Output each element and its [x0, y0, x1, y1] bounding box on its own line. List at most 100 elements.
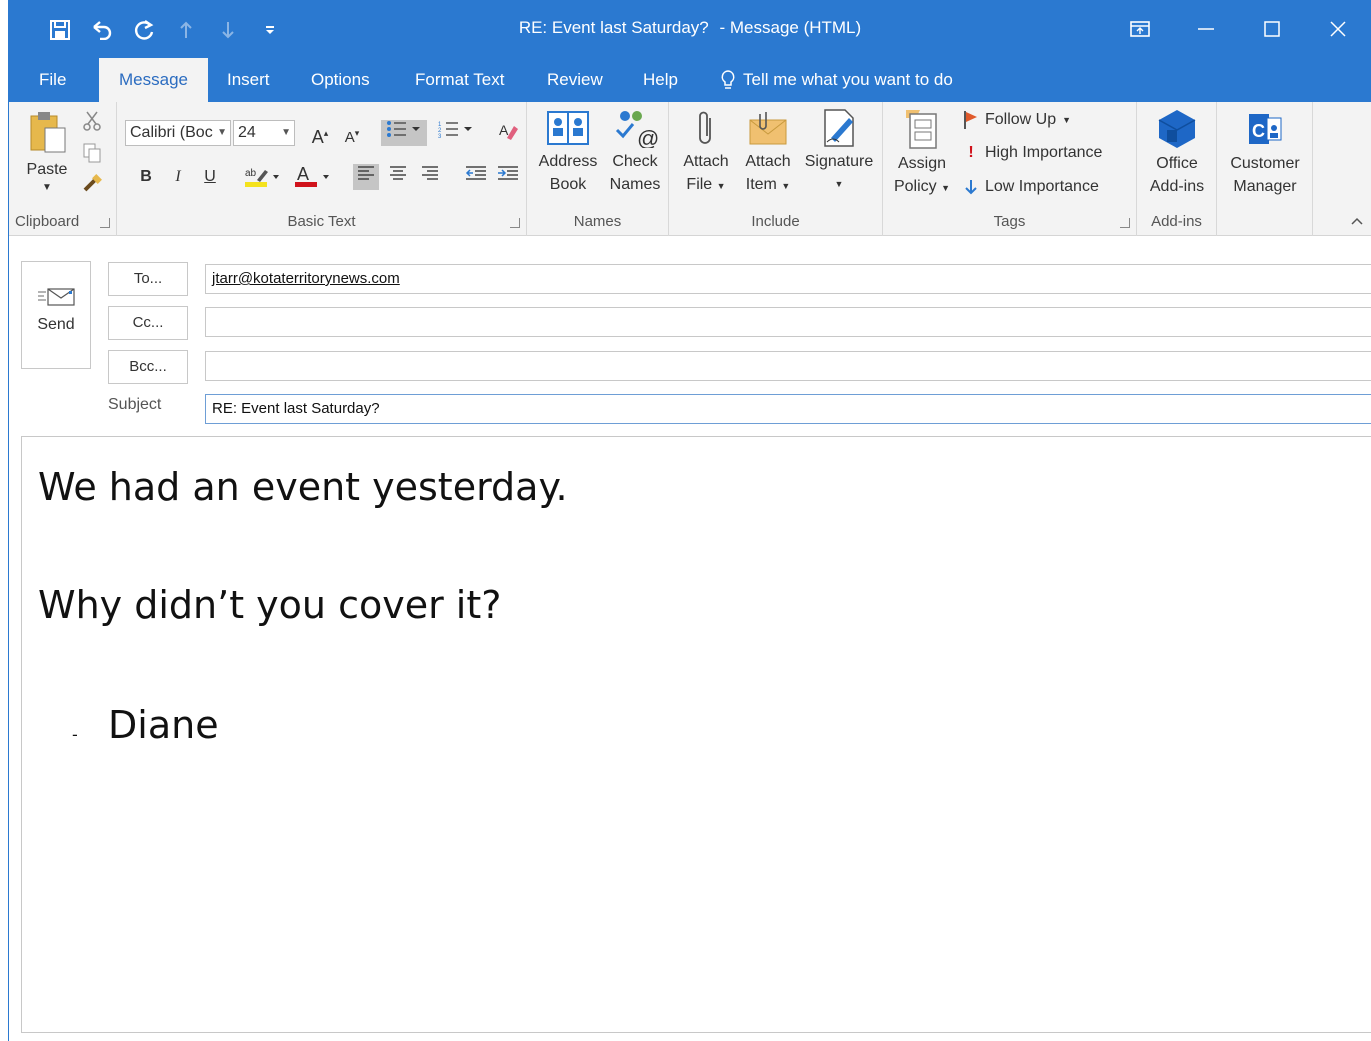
- assign-policy-label-2: Policy: [893, 178, 937, 195]
- decrease-indent-icon[interactable]: [463, 164, 489, 190]
- font-size-box[interactable]: 24 ▼: [233, 120, 295, 146]
- attach-item-label-1: Attach: [745, 153, 791, 170]
- ribbon-display-options-icon[interactable]: [1107, 0, 1173, 58]
- check-names-button[interactable]: @ Check Names: [605, 108, 665, 196]
- format-painter-icon[interactable]: [79, 174, 105, 200]
- check-names-label-2: Names: [609, 176, 661, 193]
- basic-text-launcher-icon[interactable]: [510, 218, 520, 228]
- grow-font-icon[interactable]: A▴: [307, 120, 333, 147]
- clipboard-launcher-icon[interactable]: [100, 218, 110, 228]
- italic-button[interactable]: I: [165, 164, 191, 190]
- cut-icon[interactable]: [79, 110, 105, 136]
- assign-policy-button[interactable]: Assign Policy ▼: [887, 108, 957, 200]
- cc-button[interactable]: Cc...: [108, 306, 188, 340]
- address-book-icon: [547, 111, 589, 145]
- follow-up-dropdown-icon: ▼: [1062, 115, 1072, 125]
- attach-file-label-1: Attach: [683, 153, 729, 170]
- signature-name: Diane: [108, 703, 219, 747]
- attach-item-icon: [749, 112, 787, 145]
- assign-policy-label-1: Assign: [897, 155, 947, 172]
- to-recipient[interactable]: jtarr@kotaterritorynews.com: [212, 270, 400, 287]
- cc-field[interactable]: [205, 307, 1371, 337]
- bullets-icon[interactable]: [381, 120, 427, 146]
- align-right-icon[interactable]: [417, 164, 443, 190]
- tab-format-text[interactable]: Format Text: [395, 58, 524, 102]
- copy-icon[interactable]: [79, 142, 105, 168]
- to-button[interactable]: To...: [108, 262, 188, 296]
- group-label-names: Names: [573, 213, 622, 230]
- body-line-1: We had an event yesterday.: [38, 465, 568, 509]
- group-addins: Office Add-ins Add-ins: [1137, 102, 1217, 236]
- increase-indent-icon[interactable]: [495, 164, 521, 190]
- assign-policy-icon: [906, 110, 937, 149]
- flag-icon: [964, 111, 977, 129]
- bcc-button[interactable]: Bcc...: [108, 350, 188, 384]
- send-label: Send: [37, 316, 75, 333]
- font-name-dropdown-icon: ▼: [217, 127, 227, 138]
- numbering-icon[interactable]: 123: [433, 120, 479, 146]
- tab-file[interactable]: File: [19, 58, 86, 102]
- send-icon: [38, 288, 75, 306]
- bcc-field[interactable]: [205, 351, 1371, 381]
- signature-button[interactable]: Signature ▼: [799, 108, 879, 196]
- to-field[interactable]: jtarr@kotaterritorynews.com: [205, 264, 1371, 294]
- customer-manager-label-2: Manager: [1233, 178, 1297, 195]
- bold-button[interactable]: B: [133, 164, 159, 190]
- address-book-label-2: Book: [549, 176, 587, 193]
- close-icon[interactable]: [1305, 0, 1371, 58]
- customer-manager-label-1: Customer: [1230, 155, 1300, 172]
- svg-text:@: @: [637, 126, 659, 148]
- address-book-label-1: Address: [538, 153, 598, 170]
- align-left-icon[interactable]: [353, 164, 379, 190]
- tab-insert[interactable]: Insert: [207, 58, 290, 102]
- font-name-value: Calibri (Boc: [130, 124, 213, 141]
- attach-item-button[interactable]: Attach Item ▼: [737, 108, 799, 198]
- lightbulb-icon: [721, 70, 735, 89]
- tab-help[interactable]: Help: [623, 58, 698, 102]
- address-book-button[interactable]: Address Book: [533, 108, 603, 196]
- svg-text:A: A: [499, 122, 509, 138]
- high-importance-button[interactable]: ! High Importance: [963, 144, 1102, 162]
- send-button[interactable]: Send: [21, 261, 91, 369]
- customer-manager-button[interactable]: C Customer Manager: [1221, 108, 1309, 198]
- ribbon: Paste ▼ Clipboard Calibri (Boc ▼ 24 ▼ A▴…: [9, 102, 1371, 236]
- low-importance-icon: [965, 180, 977, 195]
- shrink-font-icon[interactable]: A▾: [339, 120, 365, 146]
- paste-button[interactable]: Paste ▼: [17, 108, 77, 195]
- tab-options[interactable]: Options: [291, 58, 390, 102]
- maximize-icon[interactable]: [1239, 0, 1305, 58]
- message-body[interactable]: We had an event yesterday. Why didn’t yo…: [21, 436, 1371, 1033]
- signature-icon: [824, 109, 854, 147]
- follow-up-button[interactable]: Follow Up ▼: [963, 110, 1071, 130]
- low-importance-button[interactable]: Low Importance: [963, 178, 1099, 196]
- clear-formatting-icon[interactable]: A: [495, 120, 521, 146]
- font-color-icon[interactable]: A: [291, 164, 335, 190]
- office-addins-label-1: Office: [1156, 155, 1198, 172]
- minimize-icon[interactable]: [1173, 0, 1239, 58]
- attach-file-button[interactable]: Attach File ▼: [675, 108, 737, 198]
- tell-me-search[interactable]: Tell me what you want to do: [721, 58, 953, 102]
- subject-field[interactable]: RE: Event last Saturday?: [205, 394, 1371, 424]
- body-line-2: Why didn’t you cover it?: [38, 583, 502, 627]
- follow-up-label: Follow Up: [985, 111, 1057, 128]
- group-label-tags: Tags: [993, 213, 1026, 230]
- highlight-color-icon[interactable]: ab: [241, 164, 285, 190]
- group-clipboard: Paste ▼ Clipboard: [9, 102, 117, 236]
- align-center-icon[interactable]: [385, 164, 411, 190]
- collapse-ribbon-icon[interactable]: [1351, 214, 1363, 228]
- tab-review[interactable]: Review: [527, 58, 623, 102]
- window-title-text: RE: Event last Saturday?: [518, 18, 709, 37]
- group-label-addins: Add-ins: [1151, 213, 1202, 230]
- low-importance-label: Low Importance: [985, 178, 1099, 195]
- high-importance-label: High Importance: [985, 144, 1103, 161]
- tab-message[interactable]: Message: [99, 58, 208, 102]
- group-basic-text: Calibri (Boc ▼ 24 ▼ A▴ A▾ 123 A B I U ab: [117, 102, 527, 236]
- office-addins-button[interactable]: Office Add-ins: [1139, 108, 1215, 198]
- underline-button[interactable]: U: [197, 164, 223, 190]
- attach-file-label-2: File: [686, 176, 713, 193]
- attach-item-dropdown-icon: ▼: [781, 181, 791, 191]
- signature-dropdown-icon: ▼: [834, 179, 844, 189]
- group-label-include: Include: [751, 213, 800, 230]
- font-name-box[interactable]: Calibri (Boc ▼: [125, 120, 231, 146]
- tags-launcher-icon[interactable]: [1120, 218, 1130, 228]
